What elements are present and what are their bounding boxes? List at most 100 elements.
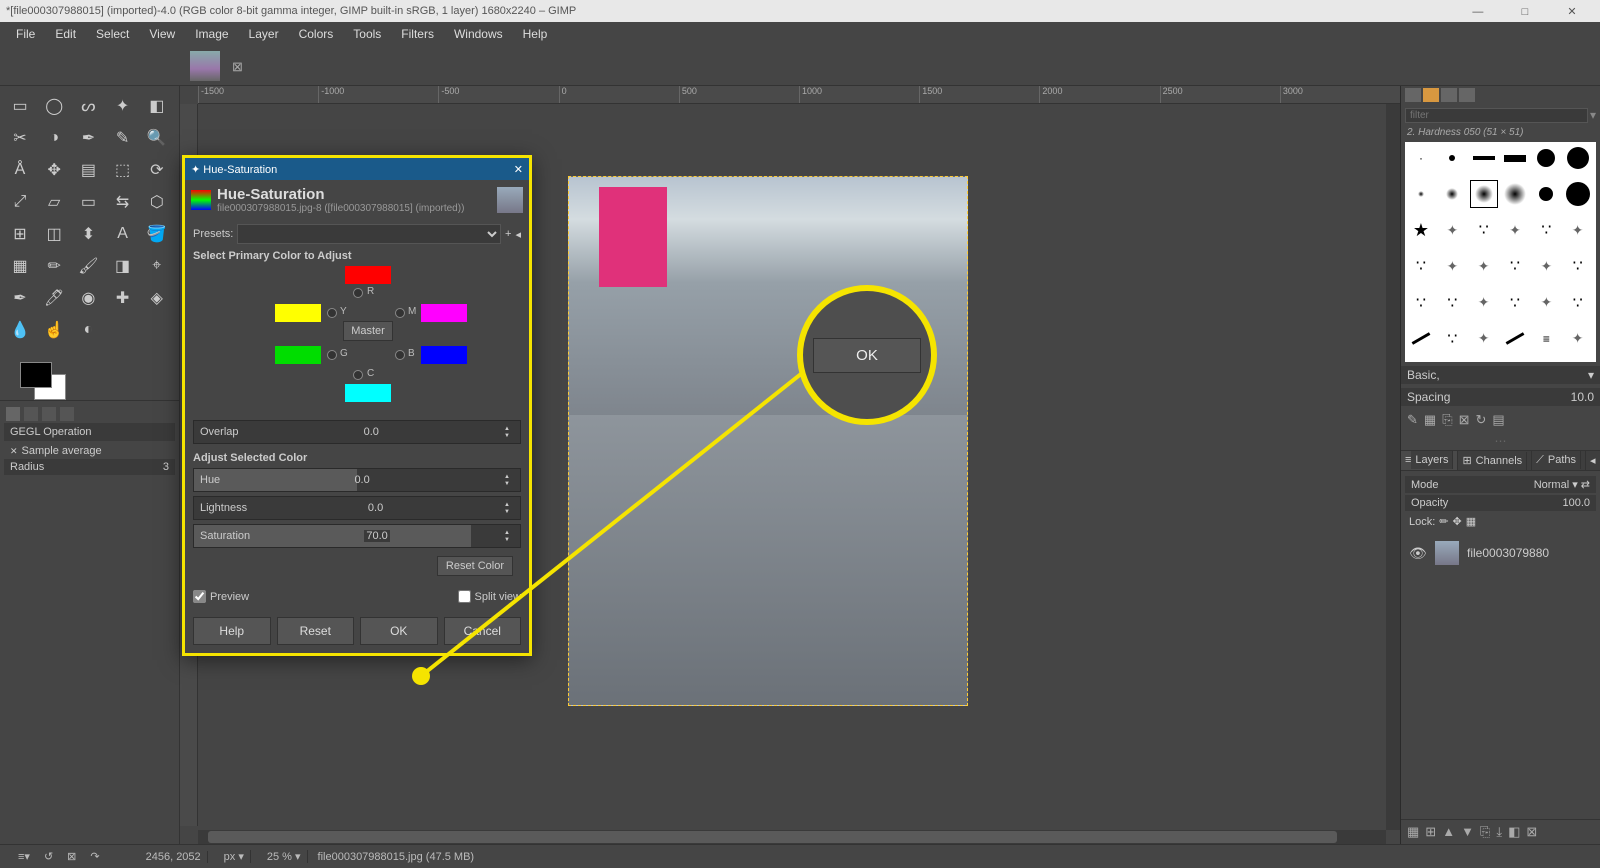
brush-item[interactable]: ≡ <box>1532 325 1560 353</box>
brush-item[interactable] <box>1532 180 1560 208</box>
brush-item[interactable] <box>1470 325 1498 353</box>
fonts-tab-icon[interactable] <box>1441 88 1457 102</box>
tool-options-tab-icon[interactable] <box>6 407 20 421</box>
brush-item[interactable] <box>1470 144 1498 172</box>
tool-paths[interactable]: ✒ <box>74 124 102 152</box>
brushes-tab-icon[interactable] <box>1405 88 1421 102</box>
tool-fuzzy-select[interactable]: ✦ <box>109 92 137 120</box>
brush-item[interactable] <box>1501 325 1529 353</box>
tool-mypaint[interactable]: 🖊 <box>40 284 68 312</box>
brush-item[interactable] <box>1501 216 1529 244</box>
brush-item[interactable] <box>1438 144 1466 172</box>
dialog-close-button[interactable]: ✕ <box>514 163 523 176</box>
tool-heal[interactable]: ✚ <box>109 284 137 312</box>
layer-mode-row[interactable]: Mode Normal ▾ ⇄ <box>1405 476 1596 493</box>
brush-item[interactable] <box>1438 289 1466 317</box>
brush-item[interactable] <box>1501 289 1529 317</box>
split-view-checkbox[interactable]: Split view <box>458 590 521 603</box>
swatch-red[interactable] <box>345 266 391 284</box>
sb-delete-icon[interactable]: ⊠ <box>67 850 76 863</box>
tool-clone[interactable]: ◉ <box>74 284 102 312</box>
window-close-button[interactable]: ✕ <box>1550 5 1594 18</box>
lock-pixels-icon[interactable]: ✏ <box>1439 515 1448 528</box>
overlap-slider[interactable]: Overlap 0.0 ▲▼ <box>193 420 521 444</box>
brush-item[interactable] <box>1470 289 1498 317</box>
duplicate-layer-icon[interactable]: ⎘ <box>1480 824 1490 840</box>
reset-button[interactable]: Reset <box>277 617 355 645</box>
radio-c[interactable] <box>353 370 363 380</box>
tab-layers[interactable]: ≡Layers <box>1401 451 1458 470</box>
canvas-image[interactable] <box>568 176 968 706</box>
images-tab-icon[interactable] <box>60 407 74 421</box>
tool-free-select[interactable]: ᔕ <box>74 92 102 120</box>
duplicate-brush-icon[interactable]: ⎘ <box>1442 412 1452 428</box>
menu-windows[interactable]: Windows <box>446 25 511 43</box>
preview-checkbox[interactable]: Preview <box>193 590 249 603</box>
layer-row[interactable]: 👁 file0003079880 <box>1405 537 1596 569</box>
brush-item[interactable] <box>1407 289 1435 317</box>
radius-value[interactable]: 3 <box>163 461 169 473</box>
tool-foreground[interactable]: ◑ <box>40 124 68 152</box>
brush-item[interactable] <box>1407 180 1435 208</box>
brush-item[interactable] <box>1407 216 1435 244</box>
swatch-blue[interactable] <box>421 346 467 364</box>
patterns-tab-icon[interactable] <box>1423 88 1439 102</box>
foreground-color[interactable] <box>20 362 52 388</box>
brush-item[interactable] <box>1564 325 1592 353</box>
swatch-green[interactable] <box>275 346 321 364</box>
status-zoom[interactable]: 25 % ▾ <box>261 850 308 863</box>
tool-gradient[interactable]: ▦ <box>6 252 34 280</box>
brush-item[interactable] <box>1564 180 1592 208</box>
ok-button[interactable]: OK <box>360 617 438 645</box>
tool-unified[interactable]: ◫ <box>40 220 68 248</box>
brush-item[interactable] <box>1501 180 1529 208</box>
swatch-yellow[interactable] <box>275 304 321 322</box>
menu-view[interactable]: View <box>141 25 183 43</box>
brush-item[interactable] <box>1470 252 1498 280</box>
tool-dodge[interactable]: ◐ <box>74 316 102 344</box>
menu-layer[interactable]: Layer <box>241 25 287 43</box>
dialog-titlebar[interactable]: ✦ Hue-Saturation ✕ <box>185 158 529 180</box>
tab-config[interactable]: ◂ <box>1586 451 1600 470</box>
tool-by-color[interactable]: ◧ <box>143 92 171 120</box>
device-status-tab-icon[interactable] <box>24 407 38 421</box>
cancel-button[interactable]: Cancel <box>444 617 522 645</box>
brush-item[interactable] <box>1532 289 1560 317</box>
brush-item[interactable] <box>1501 252 1529 280</box>
lower-layer-icon[interactable]: ▼ <box>1461 824 1474 840</box>
brush-preset-row[interactable]: Basic, ▾ <box>1401 366 1600 384</box>
brush-item[interactable] <box>1532 216 1560 244</box>
tool-perspective[interactable]: ▭ <box>74 188 102 216</box>
window-maximize-button[interactable]: □ <box>1503 6 1547 18</box>
radio-g[interactable] <box>327 350 337 360</box>
brush-item[interactable] <box>1438 325 1466 353</box>
brush-filter-input[interactable] <box>1405 108 1588 123</box>
tool-crop[interactable]: ⬚ <box>109 156 137 184</box>
master-button[interactable]: Master <box>343 321 393 341</box>
tool-blur[interactable]: 💧 <box>6 316 34 344</box>
tool-color-picker[interactable]: ✎ <box>109 124 137 152</box>
layer-name[interactable]: file0003079880 <box>1467 546 1549 560</box>
radio-y[interactable] <box>327 308 337 318</box>
tool-measure[interactable]: Å <box>6 156 34 184</box>
tool-smudge[interactable]: ☝ <box>40 316 68 344</box>
brush-item[interactable]: · <box>1407 144 1435 172</box>
scrollbar-horizontal[interactable] <box>198 830 1386 844</box>
tool-bucket[interactable]: 🪣 <box>143 220 171 248</box>
tool-ellipse-select[interactable]: ◯ <box>40 92 68 120</box>
tool-eraser[interactable]: ◨ <box>109 252 137 280</box>
swatch-magenta[interactable] <box>421 304 467 322</box>
tool-align[interactable]: ▤ <box>74 156 102 184</box>
brush-item-selected[interactable] <box>1470 180 1498 208</box>
tool-airbrush[interactable]: ⌖ <box>143 252 171 280</box>
image-tab-thumbnail[interactable] <box>190 51 220 81</box>
delete-layer-icon[interactable]: ⊠ <box>1526 824 1537 840</box>
brush-item[interactable] <box>1564 216 1592 244</box>
help-button[interactable]: Help <box>193 617 271 645</box>
delete-brush-icon[interactable]: ⊠ <box>1459 412 1470 428</box>
refresh-brush-icon[interactable]: ↻ <box>1476 412 1487 428</box>
history-tab-icon[interactable] <box>1459 88 1475 102</box>
spacing-row[interactable]: Spacing 10.0 <box>1401 388 1600 406</box>
radio-r[interactable] <box>353 288 363 298</box>
sb-dropdown-icon[interactable]: ≡▾ <box>18 850 30 863</box>
